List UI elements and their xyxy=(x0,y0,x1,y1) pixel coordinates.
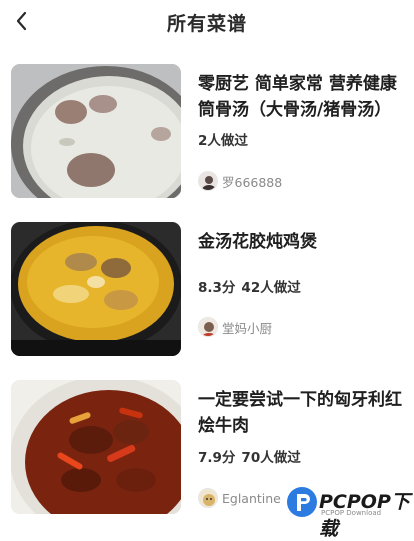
recipe-title: 一定要尝试一下的匈牙利红烩牛肉 xyxy=(198,390,402,436)
avatar xyxy=(198,317,218,337)
recipe-author[interactable]: 堂妈小厨 xyxy=(198,316,272,338)
avatar xyxy=(198,488,218,508)
rating: 8.3分 xyxy=(198,280,236,296)
watermark-sub: PCPOP Download xyxy=(321,509,382,517)
recipe-stats: 2人做过 xyxy=(198,129,254,149)
recipe-title: 金汤花胶炖鸡煲 xyxy=(198,232,317,252)
page-title: 所有菜谱 xyxy=(166,13,247,35)
recipe-card[interactable]: 金汤花胶炖鸡煲 8.3分 42人做过 堂妈小厨 xyxy=(0,222,414,360)
avatar xyxy=(198,171,218,191)
recipe-author[interactable]: Eglantine xyxy=(198,487,281,509)
rating: 7.9分 xyxy=(198,450,236,466)
cooked-count: 42人做过 xyxy=(241,280,301,296)
header-bar: 所有菜谱 xyxy=(0,0,414,44)
recipe-card[interactable]: 零厨艺 简单家常 营养健康 筒骨汤（大骨汤/猪骨汤） 2人做过 罗666888 xyxy=(0,64,414,202)
recipe-image xyxy=(11,380,181,514)
pcpop-watermark: PCPOP下载 PCPOP Download xyxy=(285,484,414,540)
recipe-stats: 8.3分 42人做过 xyxy=(198,276,307,296)
recipe-image xyxy=(11,222,181,356)
cooked-count: 70人做过 xyxy=(241,450,301,466)
author-name: 堂妈小厨 xyxy=(222,320,273,336)
recipe-image xyxy=(11,64,181,198)
cooked-count: 2人做过 xyxy=(198,133,248,149)
author-name: 罗666888 xyxy=(222,174,283,190)
author-name: Eglantine xyxy=(222,490,281,506)
recipe-author[interactable]: 罗666888 xyxy=(198,170,282,192)
recipe-stats: 7.9分 70人做过 xyxy=(198,446,307,466)
pcpop-logo-icon xyxy=(287,487,317,517)
recipe-title: 零厨艺 简单家常 营养健康 筒骨汤（大骨汤/猪骨汤） xyxy=(198,74,397,120)
